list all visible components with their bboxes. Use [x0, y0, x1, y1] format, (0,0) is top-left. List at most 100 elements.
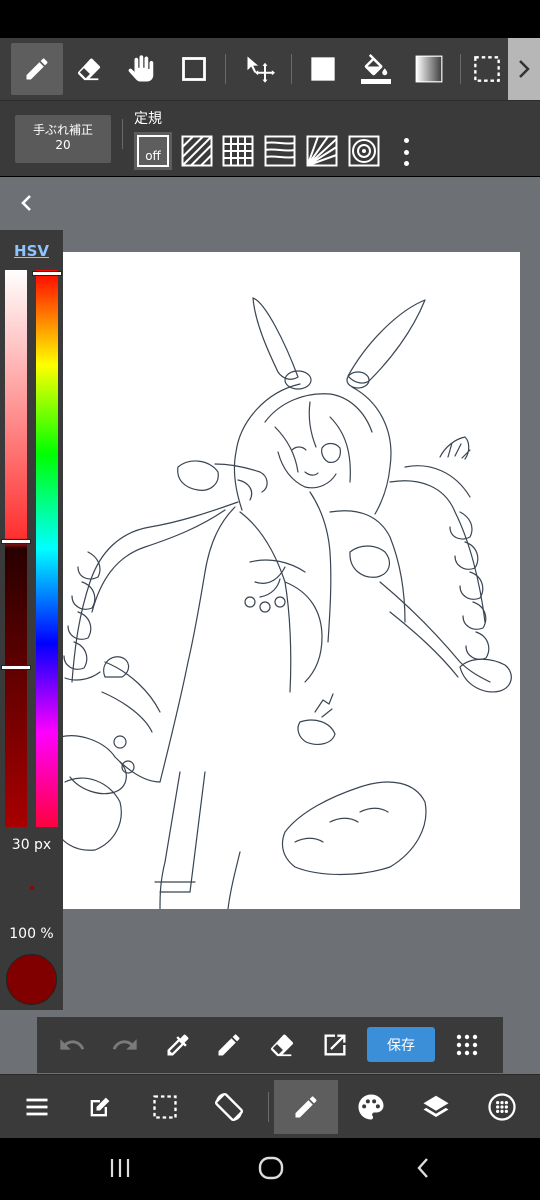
ruler-label: 定規 — [134, 111, 162, 127]
ruler-off-icon: off — [137, 135, 169, 167]
collapse-panel-button[interactable] — [10, 189, 42, 217]
selection-tool-button[interactable] — [466, 43, 508, 95]
square-outline-icon — [182, 57, 206, 81]
line-art-illustration — [60, 297, 512, 909]
brush-size-label[interactable]: 30 px — [0, 837, 63, 853]
undo-icon — [60, 1039, 85, 1050]
ruler-concentric-button[interactable] — [345, 132, 383, 170]
pen-icon — [26, 58, 48, 80]
dashed-selection-icon — [474, 56, 500, 82]
materials-panel-button[interactable] — [470, 1080, 534, 1134]
pen-tool-button[interactable] — [11, 43, 63, 95]
open-external-icon — [324, 1034, 346, 1056]
ruler-horizontal-button[interactable] — [261, 132, 299, 170]
quick-eraser-button[interactable] — [262, 1025, 302, 1065]
bottombar-separator — [268, 1092, 269, 1122]
tool-options-bar: 手ぶれ補正 20 定規 off — [0, 100, 540, 176]
action-grid-menu-button[interactable] — [447, 1025, 487, 1065]
home-button[interactable] — [241, 1148, 301, 1188]
palette-icon — [358, 1094, 384, 1120]
saturation-handle[interactable] — [2, 540, 30, 543]
value-handle[interactable] — [2, 666, 30, 669]
save-button[interactable]: 保存 — [367, 1027, 435, 1062]
perspective-lines-icon — [306, 135, 338, 167]
main-toolbar — [0, 38, 540, 100]
recent-apps-button[interactable] — [90, 1148, 150, 1188]
quick-pen-button[interactable] — [209, 1025, 249, 1065]
toolbar-separator — [291, 54, 292, 84]
bucket-tool-button[interactable] — [350, 43, 402, 95]
hand-icon — [128, 55, 154, 82]
paint-bucket-icon — [361, 54, 391, 84]
status-bar — [0, 0, 540, 38]
bottom-menu-bar — [0, 1074, 540, 1138]
parallel-lines-icon — [181, 135, 213, 167]
fill-rect-tool-button[interactable] — [297, 43, 349, 95]
hue-handle[interactable] — [33, 272, 61, 275]
dots-grid-icon — [456, 1034, 478, 1056]
brush-size-preview — [30, 886, 34, 890]
eraser-icon — [270, 1034, 294, 1057]
rotate-canvas-button[interactable] — [197, 1080, 261, 1134]
recent-apps-icon — [110, 1159, 130, 1177]
color-panel: HSV 30 px 100 % — [0, 230, 63, 1010]
color-mode-toggle[interactable]: HSV — [0, 242, 63, 260]
undo-button[interactable] — [52, 1025, 92, 1065]
shape-tool-button[interactable] — [168, 43, 220, 95]
selection-menu-button[interactable] — [133, 1080, 197, 1134]
brush-panel-button[interactable] — [274, 1080, 338, 1134]
move-arrow-icon — [247, 56, 275, 83]
main-menu-button[interactable] — [5, 1080, 69, 1134]
back-button[interactable] — [393, 1148, 453, 1188]
edit-square-icon — [90, 1097, 110, 1117]
more-options-icon[interactable] — [396, 138, 416, 166]
dashed-selection-icon — [153, 1095, 177, 1119]
hue-slider[interactable] — [36, 270, 58, 827]
pen-icon — [295, 1096, 317, 1118]
toolbar-scroll-button[interactable] — [508, 38, 540, 100]
back-chevron-icon — [417, 1158, 428, 1178]
concentric-circles-icon — [348, 135, 380, 167]
stabilizer-button[interactable]: 手ぶれ補正 20 — [15, 115, 111, 163]
layers-panel-button[interactable] — [404, 1080, 468, 1134]
stabilizer-label: 手ぶれ補正 — [32, 123, 93, 137]
grid-icon — [222, 135, 254, 167]
redo-button[interactable] — [105, 1025, 145, 1065]
ruler-off-button[interactable]: off — [134, 132, 172, 170]
color-panel-button[interactable] — [339, 1080, 403, 1134]
gradient-icon — [415, 55, 443, 83]
gradient-tool-button[interactable] — [403, 43, 455, 95]
filled-square-icon — [311, 57, 335, 81]
move-tool-button[interactable] — [234, 43, 286, 95]
eraser-tool-button[interactable] — [63, 43, 115, 95]
quick-action-bar: 保存 — [37, 1017, 503, 1073]
current-color-swatch[interactable] — [6, 954, 57, 1005]
subbar-separator — [122, 119, 123, 149]
eyedropper-icon — [167, 1034, 189, 1056]
dotted-circle-icon — [488, 1093, 516, 1121]
drawing-canvas[interactable] — [60, 252, 520, 909]
pen-icon — [218, 1034, 240, 1056]
chevron-left-icon — [21, 195, 31, 211]
ruler-grid-button[interactable] — [219, 132, 257, 170]
canvas-workspace[interactable]: HSV 30 px 100 % — [0, 177, 540, 1074]
ruler-parallel-button[interactable] — [178, 132, 216, 170]
toolbar-separator — [460, 54, 461, 84]
chevron-right-icon — [519, 60, 530, 78]
system-navigation-bar — [0, 1138, 540, 1200]
hamburger-menu-icon — [26, 1098, 48, 1116]
hand-tool-button[interactable] — [116, 43, 168, 95]
redo-icon — [112, 1039, 137, 1050]
eyedropper-button[interactable] — [158, 1025, 198, 1065]
horizontal-lines-icon — [264, 135, 296, 167]
ruler-perspective-button[interactable] — [303, 132, 341, 170]
layers-icon — [423, 1095, 449, 1117]
saturation-value-slider[interactable] — [5, 270, 27, 827]
export-button[interactable] — [315, 1025, 355, 1065]
edit-menu-button[interactable] — [68, 1080, 132, 1134]
rotate-screen-icon — [214, 1092, 244, 1122]
brush-opacity-label[interactable]: 100 % — [0, 926, 63, 942]
eraser-icon — [77, 58, 101, 81]
home-icon — [258, 1156, 284, 1180]
stabilizer-value: 20 — [55, 138, 71, 152]
